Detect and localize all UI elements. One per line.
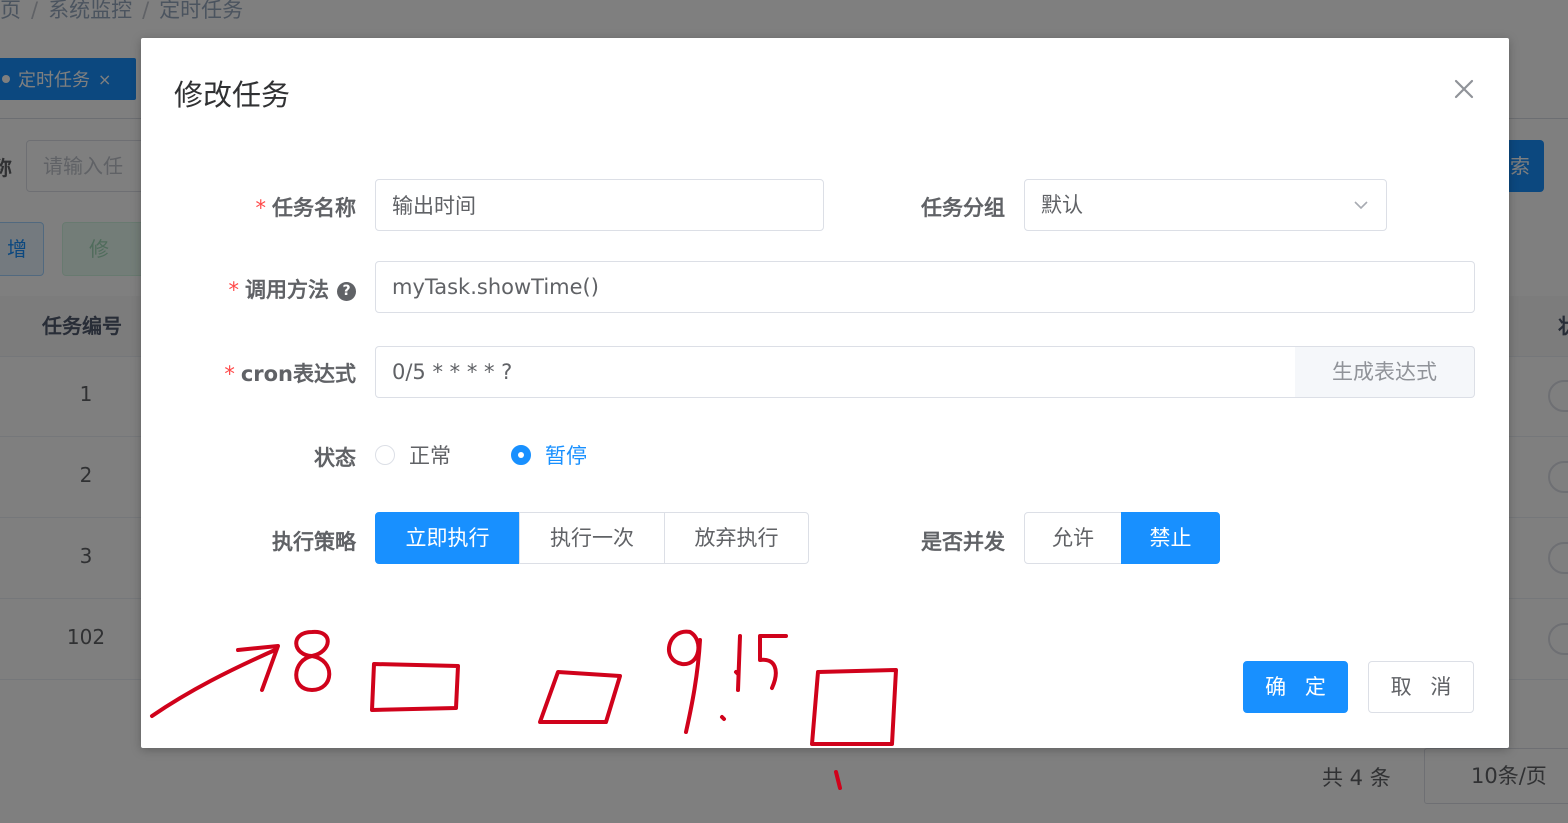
- question-icon[interactable]: ?: [337, 282, 356, 301]
- misfire-option-once[interactable]: 执行一次: [519, 512, 665, 564]
- invoke-target-label: * 调用方法?: [141, 274, 356, 304]
- concurrent-option-allow[interactable]: 允许: [1024, 512, 1122, 564]
- misfire-policy-group: 立即执行 执行一次 放弃执行: [375, 512, 809, 564]
- radio-label: 正常: [409, 444, 451, 468]
- edit-job-dialog: 修改任务 *任务名称 任务分组 默认 *调用方法? *cron表达式 生成表达式…: [141, 38, 1509, 748]
- misfire-policy-label: 执行策略: [272, 530, 356, 554]
- concurrent-group: 允许 禁止: [1024, 512, 1220, 564]
- radio-circle: [375, 445, 395, 465]
- generate-cron-button[interactable]: 生成表达式: [1295, 346, 1475, 398]
- confirm-button[interactable]: 确 定: [1243, 661, 1348, 713]
- radio-label: 暂停: [545, 444, 587, 468]
- job-group-value: 默认: [1041, 193, 1083, 217]
- radio-circle: [511, 445, 531, 465]
- cancel-button[interactable]: 取 消: [1368, 661, 1474, 713]
- misfire-option-immediate[interactable]: 立即执行: [375, 512, 520, 564]
- dialog-title: 修改任务: [174, 78, 291, 112]
- job-group-label: 任务分组: [921, 196, 1005, 220]
- invoke-target-input[interactable]: [375, 261, 1475, 313]
- status-radio-paused[interactable]: 暂停: [511, 440, 587, 470]
- job-name-input[interactable]: [375, 179, 824, 231]
- job-name-label: * 任务名称: [255, 196, 357, 220]
- status-label: 状态: [314, 446, 356, 470]
- misfire-option-abandon[interactable]: 放弃执行: [664, 512, 809, 564]
- cron-expression-input[interactable]: [375, 346, 1296, 398]
- job-group-select[interactable]: 默认: [1024, 179, 1387, 231]
- status-radio-normal[interactable]: 正常: [375, 440, 451, 470]
- cron-label: * cron表达式: [224, 362, 356, 386]
- concurrent-option-forbid[interactable]: 禁止: [1121, 512, 1220, 564]
- concurrent-label: 是否并发: [921, 530, 1005, 554]
- close-icon[interactable]: [1451, 76, 1477, 102]
- chevron-down-icon: [1354, 201, 1368, 210]
